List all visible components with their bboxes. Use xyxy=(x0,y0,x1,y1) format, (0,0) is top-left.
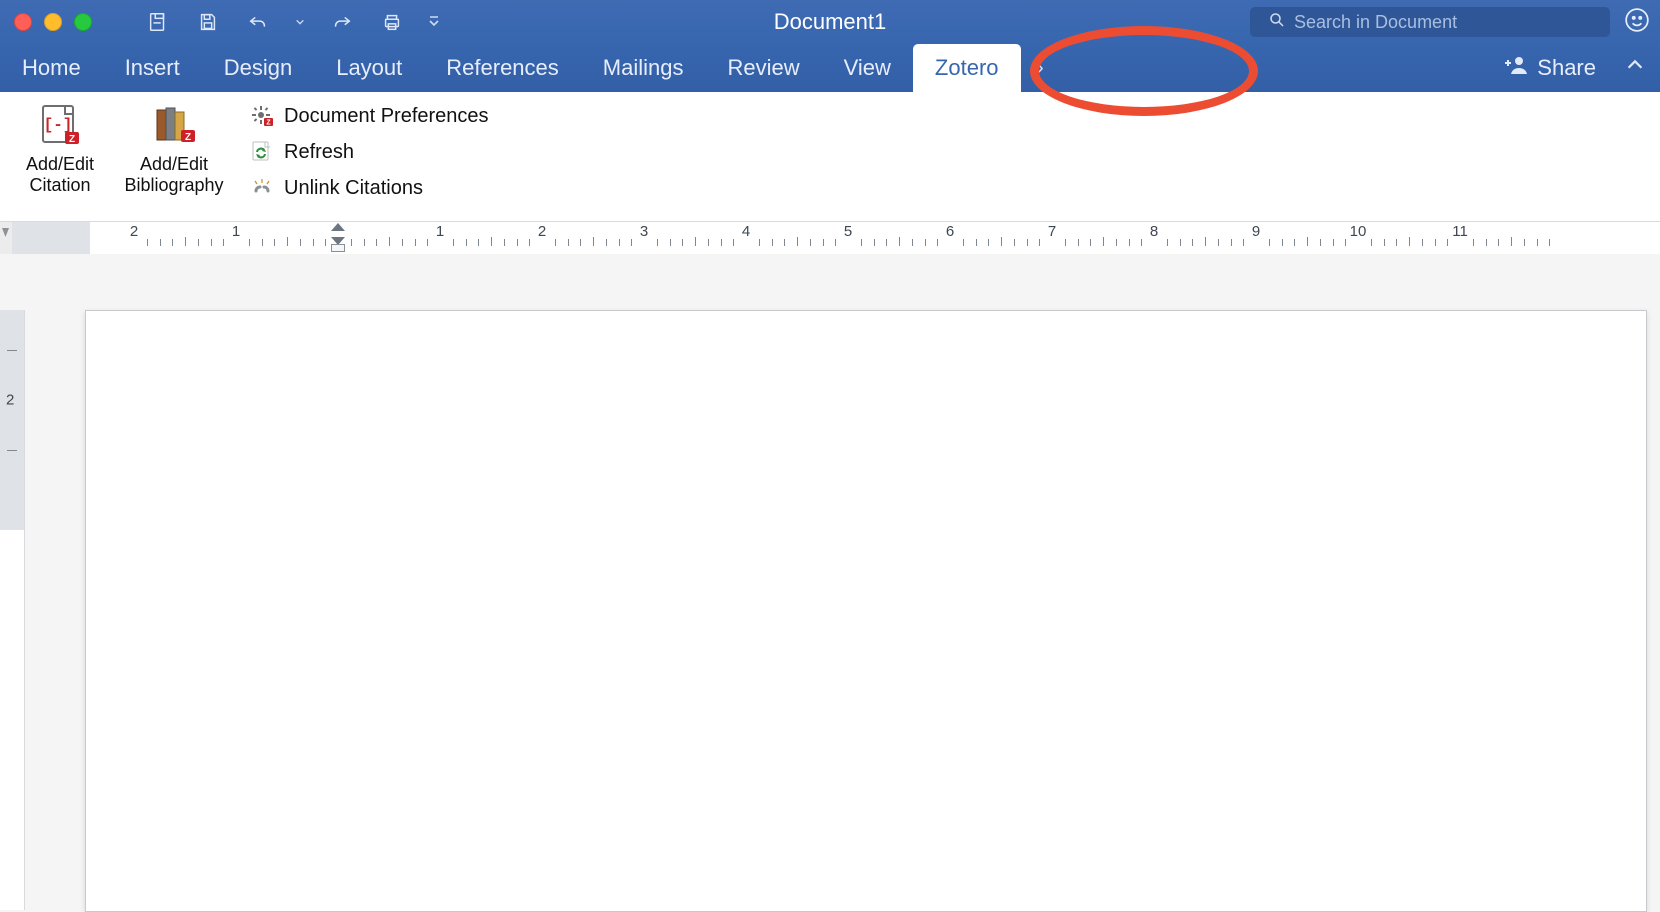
tab-mailings[interactable]: Mailings xyxy=(581,44,706,92)
tab-references[interactable]: References xyxy=(424,44,581,92)
print-button[interactable] xyxy=(378,8,406,36)
search-in-document[interactable]: Search in Document xyxy=(1250,7,1610,37)
share-button[interactable]: Share xyxy=(1505,54,1596,82)
tab-label: View xyxy=(844,55,891,81)
add-user-icon xyxy=(1505,54,1529,82)
horizontal-ruler[interactable]: 121234567891011 xyxy=(0,222,1660,255)
collapse-ribbon-button[interactable] xyxy=(1624,54,1646,82)
citation-icon: [-] Z xyxy=(37,102,83,148)
add-edit-citation-label: Add/Edit Citation xyxy=(26,154,94,195)
add-edit-citation-button[interactable]: [-] Z Add/Edit Citation xyxy=(8,98,112,219)
tabs-overflow-button[interactable]: » xyxy=(1021,44,1056,92)
minimize-window-button[interactable] xyxy=(44,13,62,31)
chevron-right-icon: » xyxy=(1033,57,1044,80)
share-label: Share xyxy=(1537,55,1596,81)
search-placeholder-text: Search in Document xyxy=(1294,12,1457,33)
add-edit-bibliography-button[interactable]: Z Add/Edit Bibliography xyxy=(112,98,236,219)
document-page[interactable] xyxy=(85,310,1647,912)
tab-review[interactable]: Review xyxy=(705,44,821,92)
indent-marker[interactable] xyxy=(331,223,345,252)
quick-access-toolbar xyxy=(144,8,440,36)
svg-text:Z: Z xyxy=(185,132,191,143)
search-icon xyxy=(1268,11,1286,34)
refresh-label: Refresh xyxy=(284,141,354,164)
refresh-button[interactable]: Refresh xyxy=(250,140,489,164)
tab-layout[interactable]: Layout xyxy=(314,44,424,92)
unlink-citations-label: Unlink Citations xyxy=(284,177,423,200)
add-edit-bibliography-label: Add/Edit Bibliography xyxy=(124,154,223,195)
document-preferences-button[interactable]: Z Document Preferences xyxy=(250,104,489,128)
zoom-window-button[interactable] xyxy=(74,13,92,31)
titlebar-right: Search in Document xyxy=(1250,0,1650,44)
gear-icon: Z xyxy=(250,104,274,128)
unlink-icon xyxy=(250,176,274,200)
tab-zotero[interactable]: Zotero xyxy=(913,44,1021,92)
ribbon-right-controls: Share xyxy=(1505,44,1646,92)
qat-customize-dropdown[interactable] xyxy=(428,8,440,36)
feedback-icon[interactable] xyxy=(1624,7,1650,38)
vertical-ruler[interactable]: 2 xyxy=(0,310,25,910)
tab-insert[interactable]: Insert xyxy=(103,44,202,92)
document-canvas: 2 xyxy=(0,254,1660,520)
tab-home[interactable]: Home xyxy=(0,44,103,92)
ribbon-tabs: Home Insert Design Layout References Mai… xyxy=(0,44,1660,92)
document-preferences-label: Document Preferences xyxy=(284,105,489,128)
undo-dropdown[interactable] xyxy=(294,8,306,36)
refresh-icon xyxy=(250,140,274,164)
tab-view[interactable]: View xyxy=(822,44,913,92)
tab-label: Layout xyxy=(336,55,402,81)
svg-text:[-]: [-] xyxy=(44,116,73,134)
unlink-citations-button[interactable]: Unlink Citations xyxy=(250,176,489,200)
ribbon-body-zotero: [-] Z Add/Edit Citation Z Add/Edit Bibli… xyxy=(0,92,1660,222)
window-controls xyxy=(0,13,106,31)
vertical-ruler-margin xyxy=(0,310,24,530)
svg-text:Z: Z xyxy=(266,120,271,127)
tab-label: Design xyxy=(224,55,292,81)
autosave-button[interactable] xyxy=(144,8,172,36)
ruler-track[interactable]: 121234567891011 xyxy=(12,222,1660,254)
redo-button[interactable] xyxy=(328,8,356,36)
undo-button[interactable] xyxy=(244,8,272,36)
titlebar: Document1 Search in Document xyxy=(0,0,1660,44)
vruler-label-2: 2 xyxy=(6,392,14,409)
tab-label: Mailings xyxy=(603,55,684,81)
tab-label: References xyxy=(446,55,559,81)
tab-label: Home xyxy=(22,55,81,81)
close-window-button[interactable] xyxy=(14,13,32,31)
tab-design[interactable]: Design xyxy=(202,44,314,92)
tab-label: Insert xyxy=(125,55,180,81)
tab-label: Zotero xyxy=(935,55,999,81)
tab-label: Review xyxy=(727,55,799,81)
bibliography-icon: Z xyxy=(151,102,197,148)
svg-text:Z: Z xyxy=(69,134,75,145)
zotero-secondary-group: Z Document Preferences Refresh xyxy=(250,98,489,219)
save-button[interactable] xyxy=(194,8,222,36)
